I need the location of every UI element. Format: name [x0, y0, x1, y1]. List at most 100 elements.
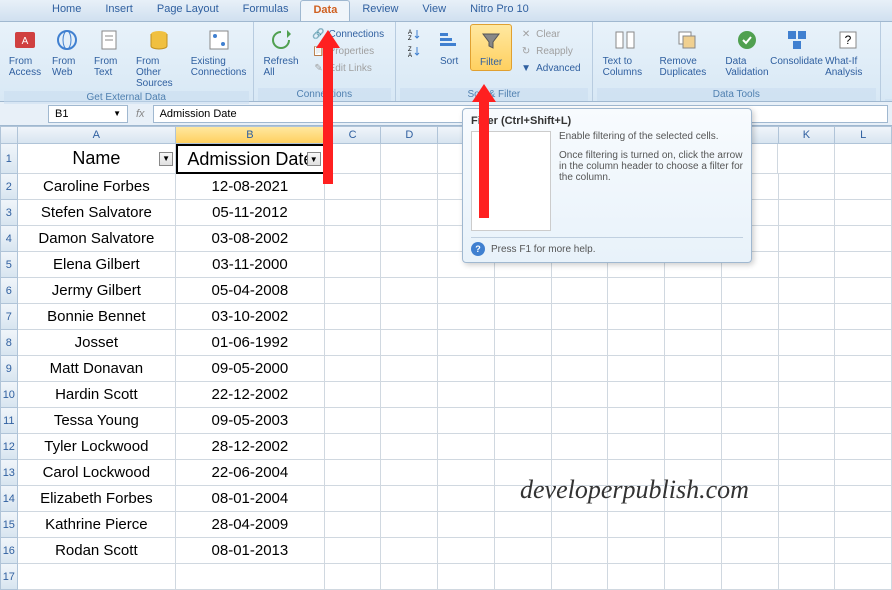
- remove-duplicates-button[interactable]: Remove Duplicates: [654, 24, 720, 80]
- cell-name[interactable]: Caroline Forbes: [18, 174, 176, 200]
- cell[interactable]: [722, 564, 779, 590]
- tab-nitro[interactable]: Nitro Pro 10: [458, 0, 541, 21]
- row-header[interactable]: 5: [0, 252, 18, 278]
- row-header[interactable]: 6: [0, 278, 18, 304]
- cell[interactable]: [608, 330, 665, 356]
- cell[interactable]: [438, 538, 495, 564]
- row-header[interactable]: 17: [0, 564, 18, 590]
- cell-date[interactable]: 28-12-2002: [176, 434, 325, 460]
- cell[interactable]: [779, 304, 836, 330]
- cell[interactable]: [835, 174, 892, 200]
- cell[interactable]: [665, 304, 722, 330]
- cell[interactable]: [608, 356, 665, 382]
- from-text-button[interactable]: From Text: [88, 24, 130, 80]
- cell[interactable]: [552, 382, 609, 408]
- select-all-corner[interactable]: [0, 126, 18, 144]
- cell[interactable]: [552, 512, 609, 538]
- cell-name[interactable]: Stefen Salvatore: [18, 200, 176, 226]
- cell[interactable]: [495, 564, 552, 590]
- cell[interactable]: [325, 382, 382, 408]
- cell[interactable]: [835, 144, 892, 174]
- cell-date[interactable]: 28-04-2009: [176, 512, 325, 538]
- cell[interactable]: [495, 356, 552, 382]
- cell-date[interactable]: 03-08-2002: [176, 226, 325, 252]
- col-header-d[interactable]: D: [381, 126, 438, 144]
- cell[interactable]: [495, 278, 552, 304]
- cell[interactable]: [779, 382, 836, 408]
- cell[interactable]: [381, 200, 438, 226]
- cell[interactable]: [835, 486, 892, 512]
- cell[interactable]: [381, 174, 438, 200]
- cell[interactable]: [722, 330, 779, 356]
- cell[interactable]: [835, 512, 892, 538]
- cell[interactable]: [552, 330, 609, 356]
- cell-date[interactable]: 08-01-2004: [176, 486, 325, 512]
- cell-name[interactable]: Elizabeth Forbes: [18, 486, 176, 512]
- cell[interactable]: [552, 356, 609, 382]
- cell[interactable]: [835, 278, 892, 304]
- cell-b1[interactable]: Admission Date▼: [176, 144, 325, 174]
- cell[interactable]: [608, 512, 665, 538]
- tab-data[interactable]: Data: [300, 0, 350, 21]
- cell[interactable]: [438, 564, 495, 590]
- cell[interactable]: [381, 144, 438, 174]
- cell[interactable]: [722, 408, 779, 434]
- cell[interactable]: [778, 144, 835, 174]
- tab-home[interactable]: Home: [40, 0, 93, 21]
- cell[interactable]: [779, 486, 836, 512]
- cell-name[interactable]: Tessa Young: [18, 408, 176, 434]
- cell[interactable]: [552, 278, 609, 304]
- sort-asc-button[interactable]: AZ: [404, 26, 424, 42]
- cell-date[interactable]: 05-11-2012: [176, 200, 325, 226]
- cell[interactable]: [381, 538, 438, 564]
- cell[interactable]: [552, 408, 609, 434]
- cell[interactable]: [438, 512, 495, 538]
- col-header-k[interactable]: K: [779, 126, 836, 144]
- cell-name[interactable]: Josset: [18, 330, 176, 356]
- cell[interactable]: [779, 330, 836, 356]
- cell[interactable]: [665, 382, 722, 408]
- cell[interactable]: [438, 408, 495, 434]
- consolidate-button[interactable]: Consolidate: [774, 24, 819, 69]
- cell[interactable]: [325, 434, 382, 460]
- cell[interactable]: [608, 278, 665, 304]
- col-header-l[interactable]: L: [835, 126, 892, 144]
- cell[interactable]: [722, 382, 779, 408]
- cell[interactable]: [835, 382, 892, 408]
- tab-page-layout[interactable]: Page Layout: [145, 0, 231, 21]
- row-header[interactable]: 8: [0, 330, 18, 356]
- cell[interactable]: [722, 538, 779, 564]
- cell[interactable]: [608, 408, 665, 434]
- cell[interactable]: [608, 304, 665, 330]
- cell-date[interactable]: 03-10-2002: [176, 304, 325, 330]
- row-header[interactable]: 16: [0, 538, 18, 564]
- fx-icon[interactable]: fx: [136, 108, 145, 120]
- cell[interactable]: [552, 304, 609, 330]
- cell[interactable]: [495, 330, 552, 356]
- cell[interactable]: [722, 356, 779, 382]
- col-header-a[interactable]: A: [18, 126, 176, 144]
- cell[interactable]: [835, 408, 892, 434]
- cell[interactable]: [722, 434, 779, 460]
- refresh-all-button[interactable]: Refresh All: [258, 24, 305, 80]
- cell-date[interactable]: 05-04-2008: [176, 278, 325, 304]
- cell[interactable]: [665, 356, 722, 382]
- cell[interactable]: [381, 304, 438, 330]
- cell[interactable]: [325, 538, 382, 564]
- cell-name[interactable]: Rodan Scott: [18, 538, 176, 564]
- cell[interactable]: [325, 512, 382, 538]
- cell[interactable]: [665, 408, 722, 434]
- cell[interactable]: [438, 330, 495, 356]
- from-other-sources-button[interactable]: From Other Sources: [130, 24, 189, 91]
- cell[interactable]: [779, 252, 836, 278]
- row-header[interactable]: 9: [0, 356, 18, 382]
- row-header[interactable]: 3: [0, 200, 18, 226]
- cell[interactable]: [381, 408, 438, 434]
- cell[interactable]: [835, 538, 892, 564]
- cell-name[interactable]: Kathrine Pierce: [18, 512, 176, 538]
- cell[interactable]: [722, 278, 779, 304]
- cell[interactable]: [381, 278, 438, 304]
- sort-desc-button[interactable]: ZA: [404, 43, 424, 59]
- cell[interactable]: [552, 434, 609, 460]
- cell-name[interactable]: Carol Lockwood: [18, 460, 176, 486]
